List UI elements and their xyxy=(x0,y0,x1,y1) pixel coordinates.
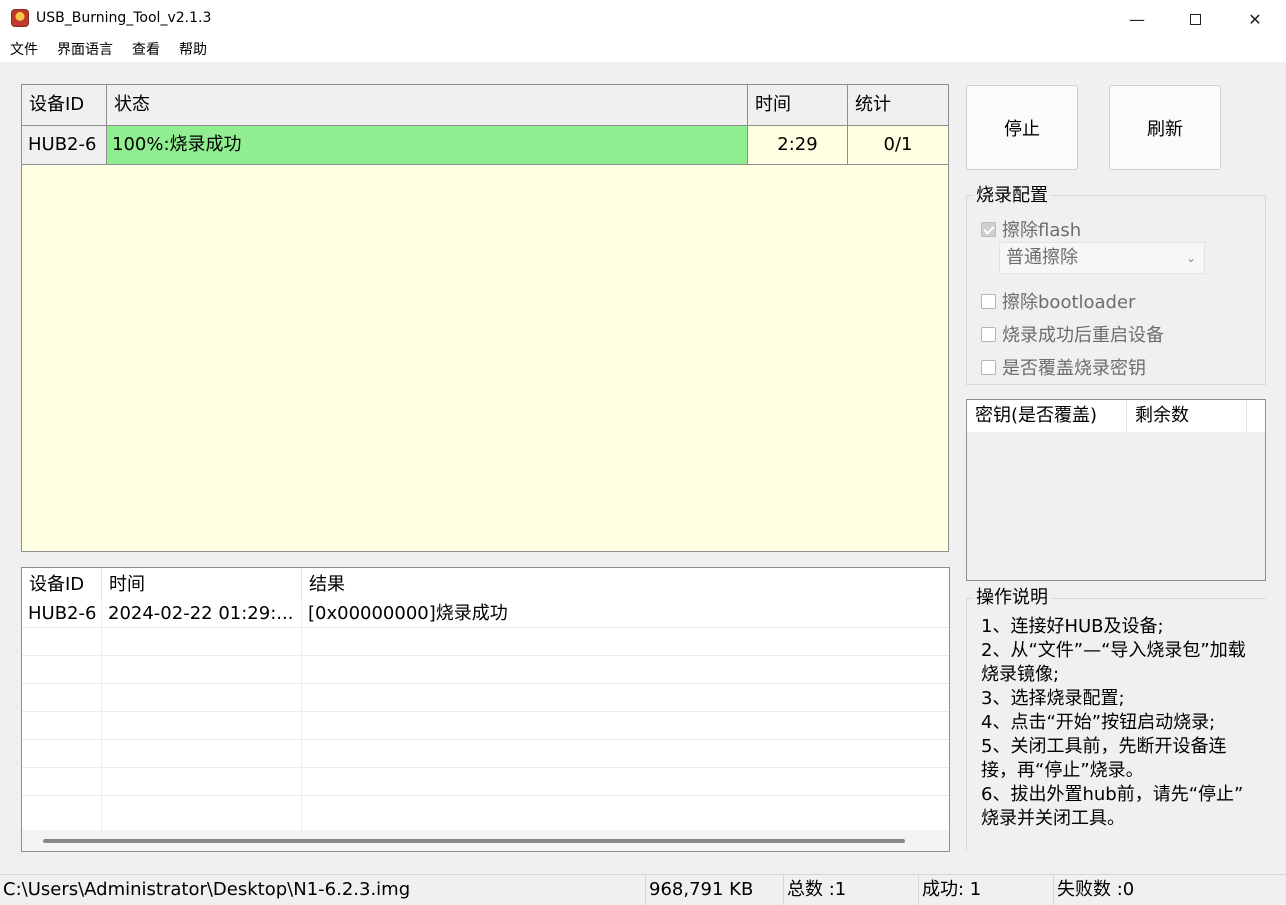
column-header-time[interactable]: 时间 xyxy=(748,85,848,125)
minimize-icon: — xyxy=(1129,9,1145,29)
instructions-title: 操作说明 xyxy=(973,586,1051,610)
horizontal-scrollbar[interactable] xyxy=(22,830,949,851)
status-fail: 失败数 :0 xyxy=(1053,875,1276,905)
title-bar: USB_Burning_Tool_v2.1.3 — ✕ xyxy=(0,0,1286,38)
status-file-size: 968,791 KB xyxy=(645,875,783,905)
menu-language[interactable]: 界面语言 xyxy=(47,38,122,62)
erase-flash-checkbox[interactable] xyxy=(981,221,996,237)
menu-bar: 文件 界面语言 查看 帮助 xyxy=(0,38,1286,62)
menu-file[interactable]: 文件 xyxy=(0,38,47,62)
instruction-line: 5、关闭工具前，先断开设备连 xyxy=(981,736,1227,757)
burn-config-title: 烧录配置 xyxy=(973,184,1051,208)
instruction-line: 接，再“停止”烧录。 xyxy=(981,760,1144,781)
reboot-after-label: 烧录成功后重启设备 xyxy=(1002,325,1164,346)
device-row[interactable]: HUB2-6 100%:烧录成功 2:29 0/1 xyxy=(22,126,948,165)
empty-row xyxy=(22,656,949,684)
empty-cell xyxy=(102,712,302,740)
empty-row xyxy=(22,628,949,656)
empty-row xyxy=(22,796,949,830)
overwrite-key-label: 是否覆盖烧录密钥 xyxy=(1002,358,1146,379)
instructions-text: 1、连接好HUB及设备; 2、从“文件”—“导入烧录包”加载 烧录镜像; 3、选… xyxy=(981,615,1267,831)
instructions-group: 操作说明 1、连接好HUB及设备; 2、从“文件”—“导入烧录包”加载 烧录镜像… xyxy=(966,586,1267,851)
empty-cell xyxy=(22,796,102,830)
empty-cell xyxy=(102,768,302,796)
device-time-cell: 2:29 xyxy=(748,126,848,164)
erase-flash-label: 擦除flash xyxy=(1002,220,1082,241)
device-table-header: 设备ID 状态 时间 统计 xyxy=(22,85,948,126)
empty-cell xyxy=(22,684,102,712)
erase-mode-select[interactable]: 普通擦除 ⌄ xyxy=(999,242,1205,274)
empty-cell xyxy=(22,768,102,796)
reboot-after-option[interactable]: 烧录成功后重启设备 xyxy=(981,321,1164,347)
maximize-button[interactable] xyxy=(1166,0,1224,38)
log-table-header: 设备ID 时间 结果 xyxy=(22,568,949,600)
empty-cell xyxy=(22,628,102,656)
empty-cell xyxy=(22,740,102,768)
erase-bootloader-option[interactable]: 擦除bootloader xyxy=(981,288,1135,314)
empty-row xyxy=(22,684,949,712)
refresh-button[interactable]: 刷新 xyxy=(1109,85,1221,170)
empty-cell xyxy=(22,712,102,740)
instruction-line: 1、连接好HUB及设备; xyxy=(981,616,1164,637)
close-icon: ✕ xyxy=(1248,9,1262,29)
app-icon xyxy=(11,9,29,27)
overwrite-key-option[interactable]: 是否覆盖烧录密钥 xyxy=(981,354,1146,380)
log-row[interactable]: HUB2-6 2024-02-22 01:29:... [0x00000000]… xyxy=(22,600,949,628)
status-image-path: C:\Users\Administrator\Desktop\N1-6.2.3.… xyxy=(3,879,411,900)
window-title: USB_Burning_Tool_v2.1.3 xyxy=(36,10,212,26)
status-total: 总数 :1 xyxy=(783,875,918,905)
status-bar: C:\Users\Administrator\Desktop\N1-6.2.3.… xyxy=(0,874,1286,905)
empty-cell xyxy=(102,740,302,768)
close-button[interactable]: ✕ xyxy=(1226,0,1284,38)
log-result-cell: [0x00000000]烧录成功 xyxy=(308,603,508,624)
instruction-line: 烧录并关闭工具。 xyxy=(981,808,1125,829)
empty-row xyxy=(22,740,949,768)
status-success: 成功: 1 xyxy=(918,875,1053,905)
minimize-button[interactable]: — xyxy=(1108,0,1166,38)
erase-bootloader-label: 擦除bootloader xyxy=(1002,292,1136,313)
log-table[interactable]: 设备ID 时间 结果 HUB2-6 2024-02-22 01:29:... [… xyxy=(21,567,950,852)
device-status-cell: 100%:烧录成功 xyxy=(107,126,748,164)
maximize-icon xyxy=(1189,13,1201,25)
key-table-header: 密钥(是否覆盖) 剩余数 xyxy=(967,400,1265,432)
device-table[interactable]: 设备ID 状态 时间 统计 HUB2-6 100%:烧录成功 2:29 0/1 xyxy=(21,84,949,552)
empty-cell xyxy=(22,656,102,684)
erase-flash-option[interactable]: 擦除flash xyxy=(981,216,1081,242)
empty-row xyxy=(22,712,949,740)
column-header-log-result[interactable]: 结果 xyxy=(302,568,949,600)
empty-cell xyxy=(102,628,302,656)
burn-config-group: 烧录配置 擦除flash 普通擦除 ⌄ 擦除bootloader 烧录成功后重启… xyxy=(966,184,1266,385)
column-header-device-id[interactable]: 设备ID xyxy=(22,85,107,125)
instruction-line: 3、选择烧录配置; xyxy=(981,688,1125,709)
menu-view[interactable]: 查看 xyxy=(122,38,169,62)
scrollbar-thumb[interactable] xyxy=(43,839,905,843)
log-device-id-cell: HUB2-6 xyxy=(22,600,102,628)
empty-row xyxy=(22,768,949,796)
column-header-log-device-id[interactable]: 设备ID xyxy=(22,568,102,600)
column-header-key[interactable]: 密钥(是否覆盖) xyxy=(967,400,1127,432)
erase-bootloader-checkbox[interactable] xyxy=(981,293,996,309)
empty-cell xyxy=(102,656,302,684)
column-header-status[interactable]: 状态 xyxy=(107,85,748,125)
log-time-cell: 2024-02-22 01:29:... xyxy=(102,600,302,628)
empty-cell xyxy=(102,684,302,712)
column-header-remaining[interactable]: 剩余数 xyxy=(1127,400,1247,432)
instruction-line: 4、点击“开始”按钮启动烧录; xyxy=(981,712,1216,733)
instruction-line: 2、从“文件”—“导入烧录包”加载 xyxy=(981,640,1246,661)
empty-cell xyxy=(102,796,302,830)
device-stat-cell: 0/1 xyxy=(848,126,948,164)
overwrite-key-checkbox[interactable] xyxy=(981,359,996,375)
instruction-line: 6、拔出外置hub前，请先“停止” xyxy=(981,784,1244,805)
stop-button[interactable]: 停止 xyxy=(966,85,1078,170)
key-table[interactable]: 密钥(是否覆盖) 剩余数 xyxy=(966,399,1266,581)
reboot-after-checkbox[interactable] xyxy=(981,326,996,342)
instruction-line: 烧录镜像; xyxy=(981,664,1060,685)
column-header-stat[interactable]: 统计 xyxy=(848,85,948,125)
device-id-cell: HUB2-6 xyxy=(22,126,107,164)
menu-help[interactable]: 帮助 xyxy=(169,38,216,62)
column-header-log-time[interactable]: 时间 xyxy=(102,568,302,600)
erase-mode-value: 普通擦除 xyxy=(1006,247,1078,268)
chevron-down-icon: ⌄ xyxy=(1185,251,1196,265)
